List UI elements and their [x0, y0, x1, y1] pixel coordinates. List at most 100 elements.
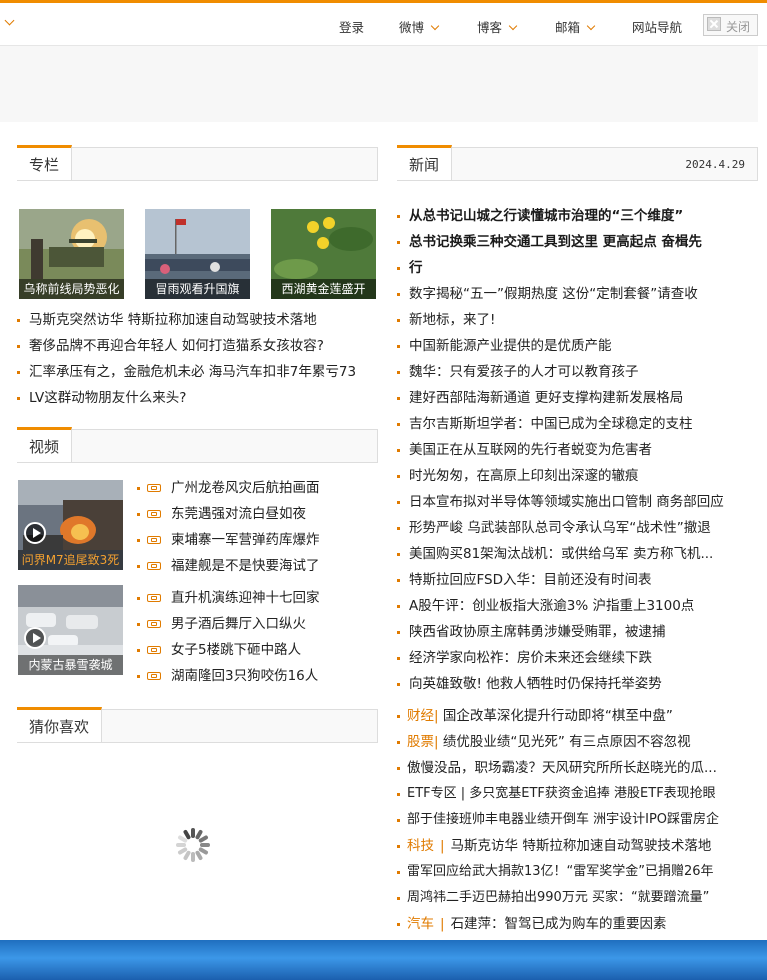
- list-item[interactable]: 时光匆匆，在高原上印刻出深邃的辙痕: [397, 463, 742, 489]
- guess-header: 猜你喜欢: [17, 707, 378, 743]
- list-item[interactable]: 直升机演练迎神十七回家: [137, 585, 377, 611]
- guess-tab[interactable]: 猜你喜欢: [17, 707, 103, 742]
- list-item[interactable]: ETF专区 | 多只宽基ETF获资金追捧 港股ETF表现抢眼: [397, 781, 747, 807]
- headline-item-cont[interactable]: 行: [397, 255, 742, 281]
- video-list-1: 广州龙卷风灾后航拍画面 东莞遇强对流白昼如夜 柬埔寨一军营弹药库爆炸 福建舰是不…: [137, 475, 377, 579]
- bullet: [397, 819, 400, 822]
- list-item[interactable]: 雷军回应给武大捐款13亿！“雷军奖学金”已捐赠26年: [397, 859, 747, 885]
- category-tag[interactable]: 汽车: [407, 916, 434, 932]
- list-item[interactable]: 吉尔吉斯斯坦学者：中国已成为全球稳定的支柱: [397, 411, 742, 437]
- list-item[interactable]: 特斯拉回应FSD入华：目前还没有时间表: [397, 567, 742, 593]
- bullet: [397, 715, 400, 718]
- list-item[interactable]: 广州龙卷风灾后航拍画面: [137, 475, 377, 501]
- list-item[interactable]: 周鸿祎二手迈巴赫拍出990万元 买家：“就要蹭流量”: [397, 885, 747, 911]
- close-button[interactable]: 关闭: [703, 14, 758, 36]
- bullet: [137, 487, 140, 490]
- zhuanlan-thumb-2[interactable]: 冒雨观看升国旗: [145, 209, 250, 299]
- tag-separator: |: [434, 708, 439, 724]
- list-item[interactable]: 马斯克突然访华 特斯拉称加速自动驾驶技术落地: [17, 307, 377, 333]
- list-item[interactable]: 科技 | 马斯克访华 特斯拉称加速自动驾驶技术落地: [397, 833, 747, 859]
- list-item[interactable]: 傲慢没品，职场霸凌？天风研究所所长赵晓光的瓜...: [397, 755, 747, 781]
- bullet: [397, 683, 400, 686]
- thumb-caption: 内蒙古暴雪袭城: [18, 655, 123, 675]
- list-item[interactable]: LV这群动物朋友什么来头?: [17, 385, 377, 411]
- tag-separator: |: [440, 838, 445, 854]
- bullet: [137, 675, 140, 678]
- news-tab[interactable]: 新闻: [397, 145, 453, 180]
- blog-menu[interactable]: 博客: [477, 17, 518, 36]
- list-item[interactable]: 魏华：只有爱孩子的人才可以教育孩子: [397, 359, 742, 385]
- bullet: [137, 539, 140, 542]
- headline-item[interactable]: 从总书记山城之行读懂城市治理的“三个维度”: [397, 203, 742, 229]
- chevron-down-icon[interactable]: [4, 15, 15, 26]
- list-item[interactable]: 福建舰是不是快要海试了: [137, 553, 377, 579]
- list-item[interactable]: 奢侈品牌不再迎合年轻人 如何打造猫系女孩妆容?: [17, 333, 377, 359]
- list-item[interactable]: 经济学家向松祚：房价未来还会继续下跌: [397, 645, 742, 671]
- bullet: [397, 871, 400, 874]
- item-text: 女子5楼跳下砸中路人: [171, 642, 302, 658]
- thumb-caption: 冒雨观看升国旗: [145, 279, 250, 299]
- item-text: 直升机演练迎神十七回家: [171, 590, 320, 606]
- category-tag[interactable]: 科技: [407, 838, 434, 854]
- video-tab[interactable]: 视频: [17, 427, 73, 462]
- news-date: 2024.4.29: [685, 158, 745, 171]
- item-text: 男子酒后舞厅入口纵火: [171, 616, 306, 632]
- news-list: 数字揭秘“五一”假期热度 这份“定制套餐”请查收 新地标，来了! 中国新能源产业…: [397, 281, 742, 697]
- list-item[interactable]: 汽车 | 石建萍：智驾已成为购车的重要因素: [397, 911, 747, 937]
- headline-item[interactable]: 总书记换乘三种交通工具到这里 更高起点 奋楫先: [397, 229, 742, 255]
- bullet: [397, 397, 400, 400]
- video-camera-icon: [147, 562, 161, 570]
- video-camera-icon: [147, 594, 161, 602]
- list-item[interactable]: 湖南隆回3只狗咬伤16人: [137, 663, 377, 689]
- list-item[interactable]: 陕西省政协原主席韩勇涉嫌受贿罪，被逮捕: [397, 619, 742, 645]
- bullet: [397, 293, 400, 296]
- item-text: 东莞遇强对流白昼如夜: [171, 506, 306, 522]
- bullet: [397, 767, 400, 770]
- bullet: [397, 631, 400, 634]
- video-camera-icon: [147, 620, 161, 628]
- list-item[interactable]: 向英雄致敬! 他救人牺牲时仍保持托举姿势: [397, 671, 742, 697]
- item-text: 国企改革深化提升行动即将“棋至中盘”: [442, 708, 673, 724]
- close-icon: [707, 17, 721, 31]
- video-camera-icon: [147, 484, 161, 492]
- list-item[interactable]: 美国正在从互联网的先行者蜕变为危害者: [397, 437, 742, 463]
- bullet: [397, 605, 400, 608]
- weibo-label: 微博: [399, 20, 425, 35]
- list-item[interactable]: 汇率承压有之，金融危机未必 海马汽车扣非7年累亏73: [17, 359, 377, 385]
- tag-separator: |: [434, 734, 439, 750]
- list-item[interactable]: 财经| 国企改革深化提升行动即将“棋至中盘”: [397, 703, 747, 729]
- zhuanlan-tab[interactable]: 专栏: [17, 145, 73, 180]
- list-item[interactable]: 形势严峻 乌武装部队总司令承认乌军“战术性”撤退: [397, 515, 742, 541]
- video-thumb-2[interactable]: 内蒙古暴雪袭城: [18, 585, 123, 675]
- bullet: [397, 553, 400, 556]
- category-tag[interactable]: 财经: [407, 708, 434, 724]
- list-item[interactable]: 数字揭秘“五一”假期热度 这份“定制套餐”请查收: [397, 281, 742, 307]
- list-item[interactable]: 东莞遇强对流白昼如夜: [137, 501, 377, 527]
- category-tag[interactable]: 股票: [407, 734, 434, 750]
- list-item[interactable]: 中国新能源产业提供的是优质产能: [397, 333, 742, 359]
- list-item[interactable]: 新地标，来了!: [397, 307, 742, 333]
- item-text: 福建舰是不是快要海试了: [171, 558, 320, 574]
- list-item[interactable]: 柬埔寨一军营弹药库爆炸: [137, 527, 377, 553]
- list-item[interactable]: 美国购买81架淘汰战机：或供给乌军 卖方称飞机...: [397, 541, 742, 567]
- list-item[interactable]: A股午评：创业板指大涨逾3% 沪指重上3100点: [397, 593, 742, 619]
- news-category-list: 财经| 国企改革深化提升行动即将“棋至中盘” 股票| 绩优股业绩“见光死” 有三…: [397, 703, 747, 937]
- weibo-menu[interactable]: 微博: [399, 17, 440, 36]
- login-link[interactable]: 登录: [339, 17, 364, 36]
- list-item[interactable]: 部于佳接班帅丰电器业绩开倒车 洲宇设计IPO踩雷房企: [397, 807, 747, 833]
- item-text: 石建萍：智驾已成为购车的重要因素: [450, 916, 667, 932]
- list-item[interactable]: 男子酒后舞厅入口纵火: [137, 611, 377, 637]
- site-nav-link[interactable]: 网站导航: [632, 17, 682, 36]
- tag-separator: |: [440, 916, 445, 932]
- list-item[interactable]: 建好西部陆海新通道 更好支撑构建新发展格局: [397, 385, 742, 411]
- list-item[interactable]: 股票| 绩优股业绩“见光死” 有三点原因不容忽视: [397, 729, 747, 755]
- bullet: [397, 845, 400, 848]
- video-thumb-1[interactable]: 问界M7追尾致3死: [18, 480, 123, 570]
- list-item[interactable]: 女子5楼跳下砸中路人: [137, 637, 377, 663]
- list-item[interactable]: 日本宣布拟对半导体等领域实施出口管制 商务部回应: [397, 489, 742, 515]
- bullet: [397, 475, 400, 478]
- zhuanlan-thumb-3[interactable]: 西湖黄金莲盛开: [271, 209, 376, 299]
- video-header: 视频: [17, 427, 378, 463]
- zhuanlan-thumb-1[interactable]: 乌称前线局势恶化: [19, 209, 124, 299]
- mail-menu[interactable]: 邮箱: [555, 17, 596, 36]
